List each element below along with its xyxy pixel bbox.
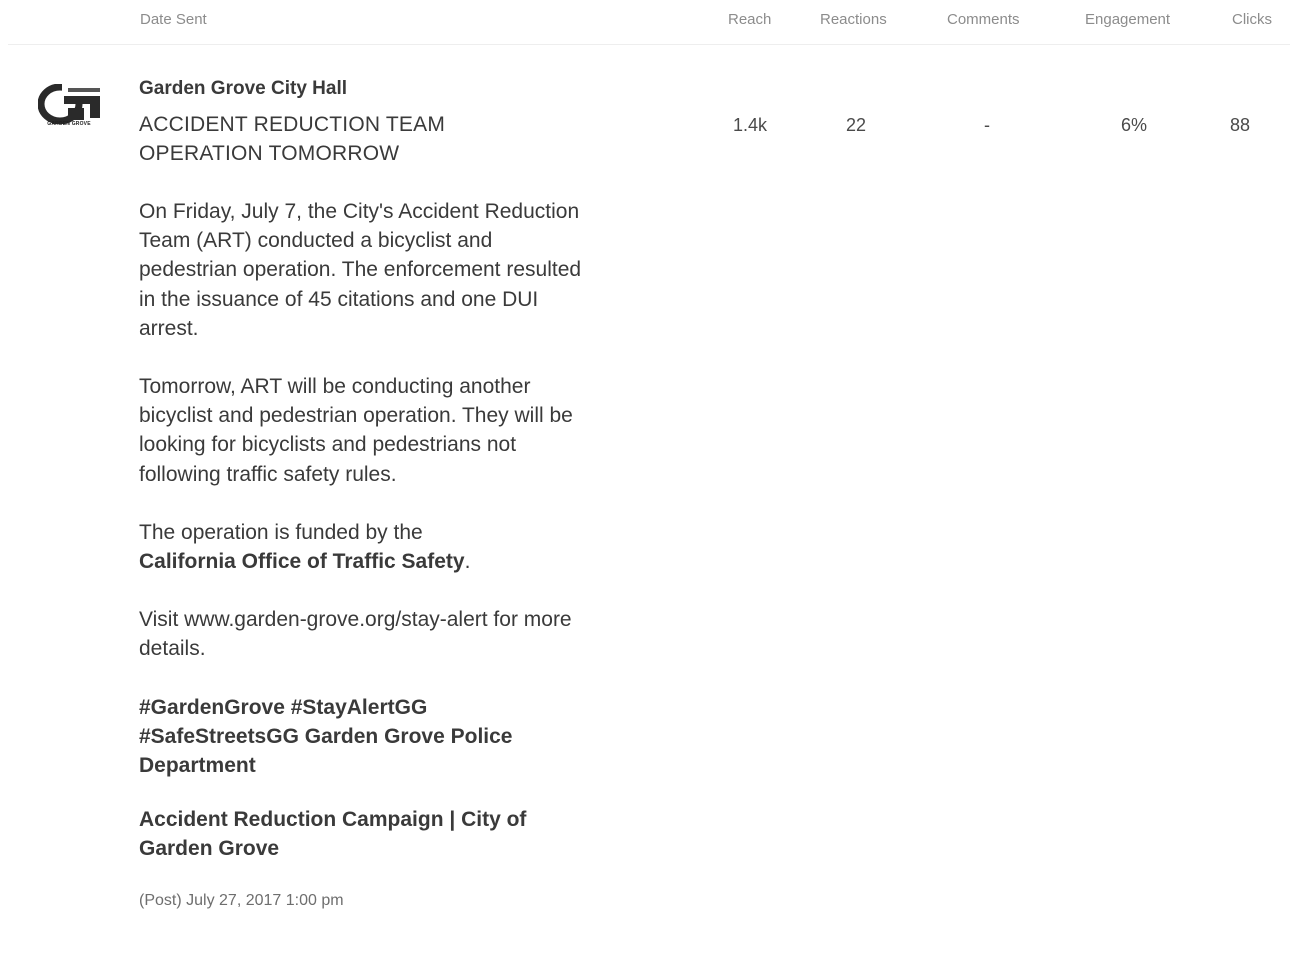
post-paragraph-4: Visit www.garden-grove.org/stay-alert fo… [139, 608, 572, 661]
funding-prefix: The operation is funded by the [139, 520, 423, 544]
table-header-row: Date Sent Reach Reactions Comments Engag… [0, 0, 1296, 46]
post-link-title[interactable]: Accident Reduction Campaign | City of Ga… [139, 805, 589, 863]
metric-reactions: 22 [846, 115, 867, 135]
header-divider [8, 44, 1290, 45]
column-header-clicks[interactable]: Clicks [1232, 11, 1272, 28]
post-hashtags[interactable]: #GardenGrove #StayAlertGG #SafeStreetsGG… [139, 693, 589, 781]
post-content: Garden Grove City Hall ACCIDENT REDUCTIO… [139, 76, 589, 910]
column-header-reactions[interactable]: Reactions [820, 11, 887, 28]
metric-engagement: 6% [1121, 115, 1148, 135]
post-paragraph-3: The operation is funded by the California… [139, 518, 589, 576]
post-paragraph-1: On Friday, July 7, the City's Accident R… [139, 200, 582, 340]
metric-comments: - [984, 115, 990, 135]
logo-caption: GARDEN GROVE [47, 121, 91, 127]
metric-clicks: 88 [1230, 115, 1251, 135]
column-header-date-sent[interactable]: Date Sent [140, 11, 207, 28]
funding-org-link[interactable]: California Office of Traffic Safety [139, 550, 465, 573]
column-header-engagement[interactable]: Engagement [1085, 11, 1170, 28]
column-header-comments[interactable]: Comments [947, 11, 1020, 28]
post-headline: ACCIDENT REDUCTION TEAM OPERATION TOMORR… [139, 110, 589, 168]
headline-line-1: ACCIDENT REDUCTION TEAM [139, 113, 446, 136]
column-header-reach[interactable]: Reach [728, 11, 771, 28]
headline-line-2: OPERATION TOMORROW [139, 142, 400, 165]
post-paragraph-2: Tomorrow, ART will be conducting another… [139, 375, 573, 486]
account-name[interactable]: Garden Grove City Hall [139, 76, 589, 102]
post-date-sent: (Post) July 27, 2017 1:00 pm [139, 892, 344, 910]
metric-reach: 1.4k [733, 115, 768, 135]
funding-suffix: . [464, 550, 471, 574]
